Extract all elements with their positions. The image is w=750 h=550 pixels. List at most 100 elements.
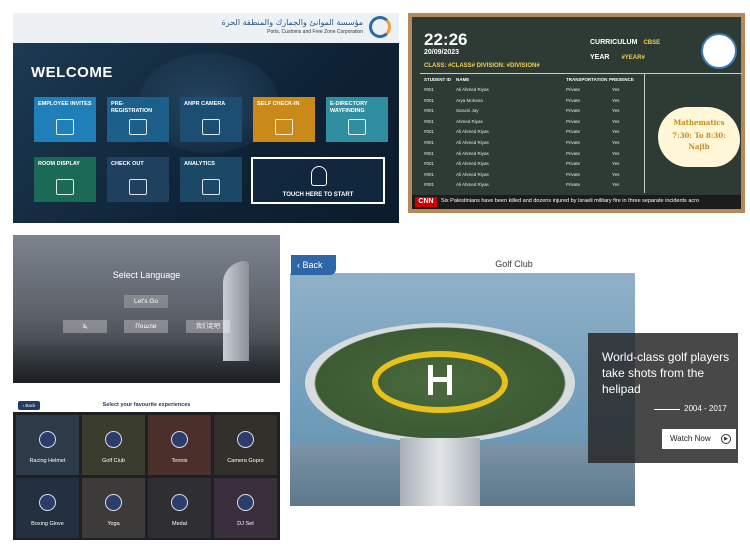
- experience-tile[interactable]: DJ Set: [214, 478, 277, 538]
- experience-tile[interactable]: Golf Club: [82, 415, 145, 475]
- experience-label: Yoga: [107, 521, 120, 527]
- table-cell: Yes: [612, 108, 620, 114]
- experience-label: Medal: [172, 521, 187, 527]
- back-label: Back: [302, 260, 323, 270]
- tile-pre-registration[interactable]: PRE-REGISTRATION: [107, 97, 169, 142]
- hand-tap-icon: [311, 166, 327, 186]
- watch-now-button[interactable]: Watch Now ▶: [662, 429, 736, 449]
- table-cell: Ali Ahmed Riyas: [456, 140, 489, 145]
- back-button[interactable]: ‹ Back: [291, 255, 336, 275]
- tile-label: CHECK OUT: [111, 161, 144, 167]
- curriculum-value: CBSE: [643, 40, 661, 46]
- tile-analytics[interactable]: ANALYTICS: [180, 157, 242, 202]
- experience-tile[interactable]: Medal: [148, 478, 211, 538]
- experience-label: Tennis: [171, 458, 188, 464]
- column-header-name: NAME: [456, 77, 470, 82]
- clock-date: 20/09/2023: [424, 49, 460, 56]
- table-cell: Private: [566, 87, 581, 92]
- table-cell: Private: [566, 118, 581, 124]
- headline-text: World-class golf players take shots from…: [602, 350, 730, 396]
- header-bar: مؤسسة الموانئ والجمارك والمنطقة الحرة Po…: [13, 13, 399, 43]
- news-ticker: CNN Six Palestinians have been killed an…: [412, 195, 741, 209]
- golf-icon: [105, 431, 122, 448]
- tile-label: E-DIRECTORY WAYFINDING: [330, 101, 368, 114]
- experience-label: DJ Set: [237, 521, 254, 527]
- lets-go-button[interactable]: Let's Go: [124, 295, 168, 308]
- table-cell: #001: [424, 97, 435, 103]
- column-header-presence: PRESENCE: [609, 77, 634, 82]
- table-cell: #001: [424, 118, 435, 124]
- experience-tile[interactable]: Camera Gopro: [214, 415, 277, 475]
- language-button-russian[interactable]: Пошли: [124, 320, 168, 333]
- welcome-kiosk-screen: مؤسسة الموانئ والجمارك والمنطقة الحرة Po…: [13, 13, 399, 223]
- golf-club-title: Golf Club: [495, 259, 533, 269]
- class-division-label: CLASS: #CLASS# DIVISION: #DIVISION#: [424, 63, 540, 69]
- experiences-header: ‹ Back Select your favourite experiences: [13, 398, 280, 412]
- language-button-arabic[interactable]: يلا: [63, 320, 107, 333]
- table-cell: Surumi Jay: [456, 108, 479, 114]
- corporation-logo-icon: [369, 16, 391, 38]
- touch-to-start-button[interactable]: TOUCH HERE TO START: [251, 157, 385, 204]
- divider: [654, 409, 680, 410]
- language-select-screen: Select Language Let's Go يلا Пошли 我们走吧: [13, 235, 280, 383]
- lesson-time: 7:30: To 8:30:: [672, 131, 726, 140]
- table-cell: Yes: [612, 87, 620, 92]
- experience-label: Golf Club: [102, 458, 125, 464]
- clock-time: 22:26: [424, 30, 468, 49]
- experience-tile[interactable]: Tennis: [148, 415, 211, 475]
- school-crest-icon: [701, 33, 737, 69]
- screen-icon: [56, 179, 74, 195]
- table-cell: #001: [424, 129, 435, 135]
- table-cell: Ali Ahmed Riyas: [456, 171, 489, 177]
- table-cell: Yes: [612, 118, 620, 124]
- logo-arabic-text: مؤسسة الموانئ والجمارك والمنطقة الحرة: [221, 18, 363, 27]
- tile-label: PRE-REGISTRATION: [111, 101, 153, 114]
- experience-label: Racing Helmet: [29, 458, 66, 464]
- teacher-name: Najib: [688, 142, 710, 151]
- tile-check-out[interactable]: CHECK OUT: [107, 157, 169, 202]
- helipad-photo: [290, 273, 635, 506]
- checkin-icon: [275, 119, 293, 135]
- table-cell: Private: [566, 171, 581, 177]
- select-language-title: Select Language: [112, 270, 181, 280]
- table-cell: #001: [424, 182, 435, 188]
- play-icon: ▶: [721, 434, 731, 444]
- curriculum-label: CURRICULUM: [590, 39, 638, 46]
- language-button-chinese[interactable]: 我们走吧: [186, 320, 230, 333]
- tile-employee-invites[interactable]: EMPLOYEE INVITES: [34, 97, 96, 142]
- table-cell: #001: [424, 108, 435, 114]
- year-info: YEAR #YEAR#: [590, 54, 645, 61]
- helipad-h-marking: [428, 365, 452, 395]
- table-cell: Ali Ahmed Riyas: [456, 150, 489, 156]
- watch-now-label: Watch Now: [670, 434, 711, 443]
- experiences-screen: ‹ Back Select your favourite experiences…: [13, 398, 280, 540]
- golf-club-screen: Golf Club ‹ Back World-class golf player…: [290, 255, 738, 507]
- table-cell: Private: [566, 129, 581, 135]
- medal-icon: [171, 494, 188, 511]
- curriculum-info: CURRICULUM CBSE: [590, 39, 660, 46]
- tile-anpr-camera[interactable]: ANPR CAMERA: [180, 97, 242, 142]
- tile-self-check-in[interactable]: SELF CHECK-IN: [253, 97, 315, 142]
- table-cell: Private: [566, 108, 581, 114]
- tile-e-directory-wayfinding[interactable]: E-DIRECTORY WAYFINDING: [326, 97, 388, 142]
- table-cell: #001: [424, 87, 435, 92]
- boxing-glove-icon: [39, 494, 56, 511]
- cnn-logo: CNN: [415, 197, 437, 207]
- experience-tile[interactable]: Yoga: [82, 478, 145, 538]
- helmet-icon: [39, 431, 56, 448]
- camera-icon: [237, 431, 254, 448]
- table-cell: Yes: [612, 140, 620, 145]
- welcome-heading: WELCOME: [31, 64, 113, 81]
- experience-tile[interactable]: Boxing Glove: [16, 478, 79, 538]
- info-overlay-card: World-class golf players take shots from…: [588, 333, 738, 463]
- table-cell: Private: [566, 161, 581, 167]
- table-cell: Ali Ahmed Riyas: [456, 87, 489, 92]
- table-cell: Yes: [612, 97, 620, 103]
- map-icon: [348, 119, 366, 135]
- table-cell: Yes: [612, 150, 620, 156]
- years-text: 2004 - 2017: [684, 404, 727, 413]
- experience-tile[interactable]: Racing Helmet: [16, 415, 79, 475]
- tile-label: ROOM DISPLAY: [38, 161, 80, 167]
- tile-room-display[interactable]: ROOM DISPLAY: [34, 157, 96, 202]
- checkout-icon: [129, 179, 147, 195]
